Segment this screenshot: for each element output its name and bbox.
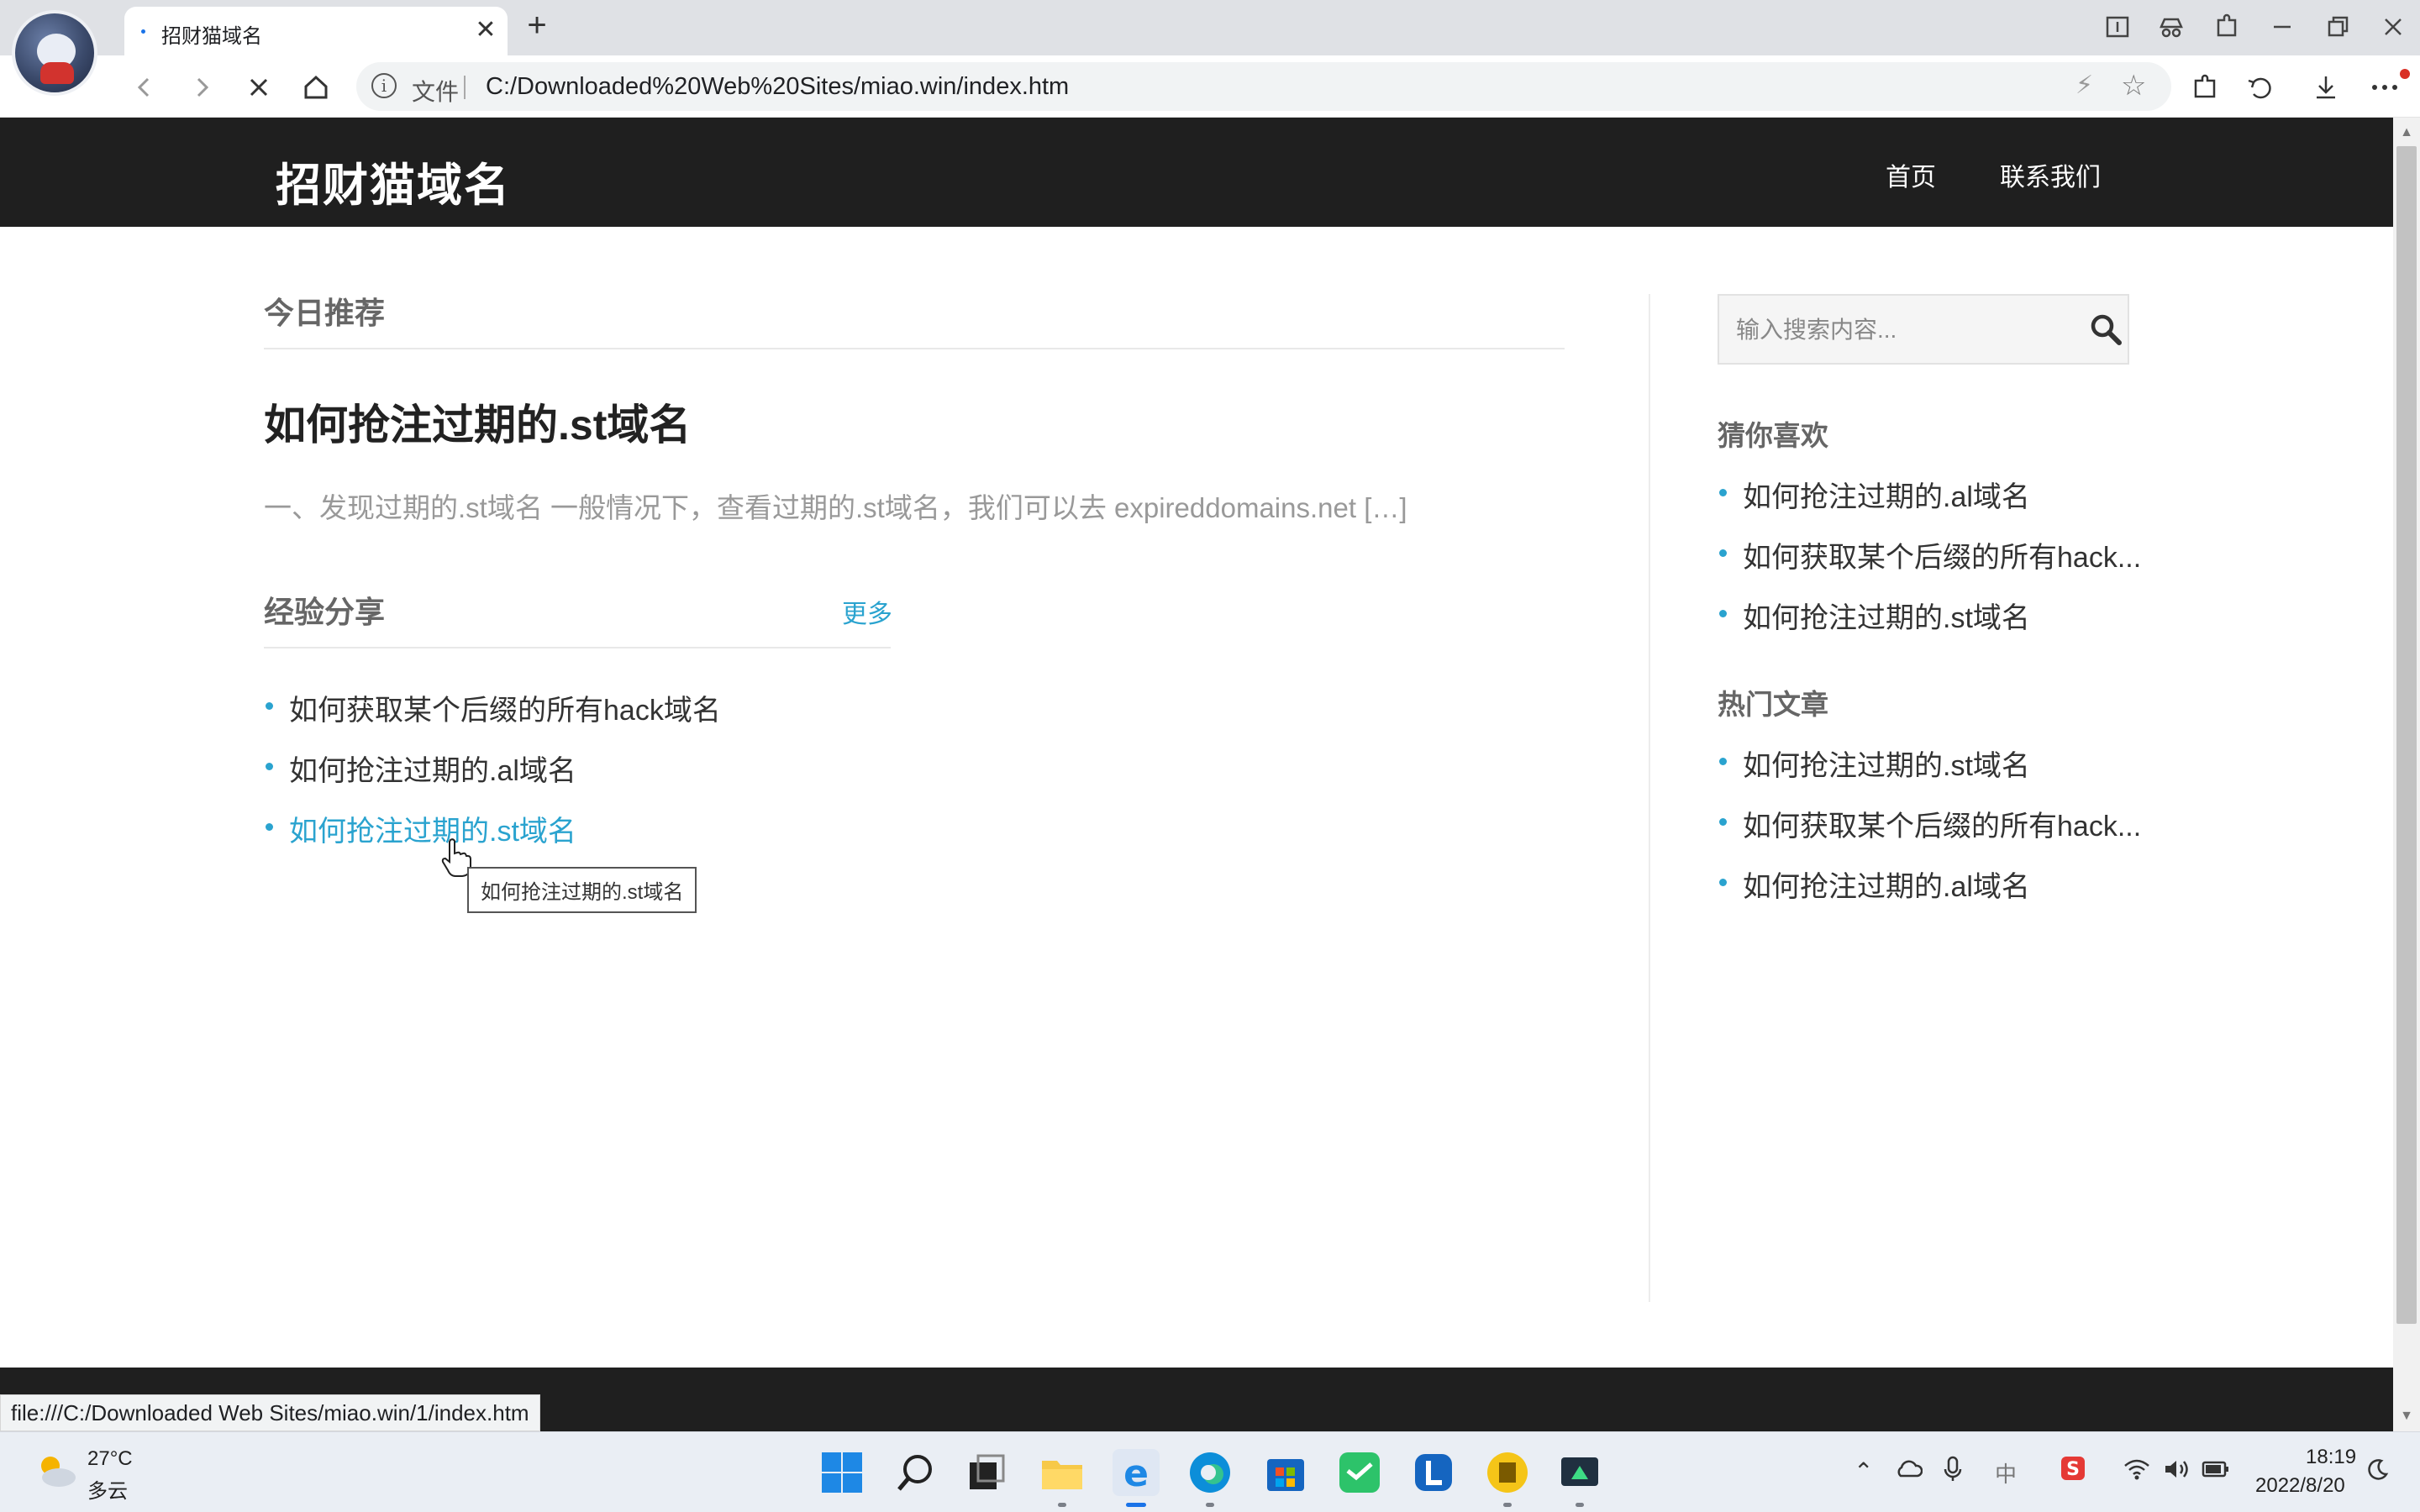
nav-home[interactable]: 首页 — [1886, 156, 1936, 193]
hot-heading: 热门文章 — [1718, 689, 1828, 720]
site-logo[interactable]: 招财猫域名 — [276, 148, 511, 214]
guess-item[interactable]: 如何抢注过期的.al域名 — [1718, 474, 2141, 534]
app-running-indicator — [1576, 1503, 1584, 1507]
incognito-icon[interactable] — [2156, 12, 2186, 42]
wechat-icon[interactable] — [1336, 1449, 1383, 1496]
wifi-icon[interactable] — [2123, 1457, 2151, 1481]
hot-item[interactable]: 如何获取某个后缀的所有hack... — [1718, 803, 2141, 864]
edge-running-indicator — [1206, 1503, 1214, 1507]
download-icon[interactable] — [2309, 71, 2343, 104]
clock-time[interactable]: 18:19 — [2306, 1446, 2356, 1469]
experience-item[interactable]: 如何抢注过期的.al域名 — [264, 748, 721, 808]
extensions-icon[interactable] — [2188, 71, 2222, 104]
volume-icon[interactable] — [2163, 1457, 2191, 1481]
link-tooltip: 如何抢注过期的.st域名 — [467, 867, 697, 913]
onedrive-icon[interactable] — [1894, 1457, 1923, 1481]
ie-icon[interactable]: e — [1113, 1449, 1160, 1496]
notes-running-indicator — [1503, 1503, 1512, 1507]
hot-list: 如何抢注过期的.st域名 如何获取某个后缀的所有hack... 如何抢注过期的.… — [1718, 743, 2141, 924]
sidebar-divider — [1649, 294, 1650, 1302]
weather-icon[interactable] — [34, 1451, 79, 1493]
experience-divider — [264, 647, 891, 648]
featured-post-title[interactable]: 如何抢注过期的.st域名 — [264, 391, 691, 452]
history-icon[interactable] — [2244, 71, 2277, 104]
site-header: 招财猫域名 首页 联系我们 — [0, 118, 2393, 227]
search-box — [1718, 294, 2129, 365]
svg-text:e: e — [1123, 1452, 1149, 1495]
page-content: 今日推荐 如何抢注过期的.st域名 一、发现过期的.st域名 一般情况下，查看过… — [0, 227, 2393, 1368]
star-icon[interactable]: ☆ — [2121, 69, 2146, 102]
taskbar-search-icon[interactable] — [892, 1449, 939, 1496]
ime-indicator[interactable]: 中 — [1995, 1457, 2017, 1488]
more-link[interactable]: 更多 — [842, 593, 892, 630]
moon-icon[interactable] — [2366, 1457, 2390, 1481]
browser-tab[interactable]: 招财猫域名 ✕ — [124, 7, 508, 55]
restore-icon[interactable] — [2323, 12, 2353, 42]
status-bar: file:///C:/Downloaded Web Sites/miao.win… — [0, 1394, 540, 1431]
svg-text:S: S — [2066, 1459, 2080, 1480]
tab-title: 招财猫域名 — [161, 25, 262, 48]
explorer-running-indicator — [1058, 1503, 1066, 1507]
address-separator — [464, 76, 466, 99]
search-input[interactable] — [1736, 311, 2072, 349]
bolt-icon[interactable]: ⚡ — [2075, 71, 2093, 100]
search-icon[interactable] — [2087, 311, 2124, 348]
task-view-icon[interactable] — [963, 1449, 1010, 1496]
clock-date[interactable]: 2022/8/20 — [2255, 1474, 2345, 1498]
tab-close-icon[interactable]: ✕ — [471, 15, 501, 45]
browser-titlebar: 招财猫域名 ✕ + — [0, 0, 2420, 55]
split-screen-icon[interactable] — [2102, 12, 2133, 42]
edge-icon[interactable] — [1186, 1449, 1234, 1496]
nav-contact[interactable]: 联系我们 — [2000, 156, 2101, 193]
notes-icon[interactable] — [1484, 1449, 1531, 1496]
file-explorer-icon[interactable] — [1039, 1449, 1086, 1496]
notification-dot — [2400, 69, 2410, 79]
guess-item[interactable]: 如何抢注过期的.st域名 — [1718, 595, 2141, 655]
stop-icon[interactable] — [242, 71, 276, 104]
microphone-icon[interactable] — [1943, 1456, 1963, 1483]
weather-temp[interactable]: 27°C — [87, 1447, 133, 1471]
close-window-icon[interactable] — [2378, 12, 2408, 42]
url-text[interactable]: C:/Downloaded%20Web%20Sites/miao.win/ind… — [486, 73, 1069, 101]
scroll-down-icon[interactable]: ▼ — [2393, 1404, 2420, 1428]
guess-item[interactable]: 如何获取某个后缀的所有hack... — [1718, 534, 2141, 595]
forward-icon[interactable] — [185, 71, 218, 104]
new-tab-button[interactable]: + — [519, 8, 555, 44]
windows-start-icon[interactable] — [818, 1449, 865, 1496]
guess-heading: 猜你喜欢 — [1718, 420, 1828, 451]
home-icon[interactable] — [299, 71, 333, 104]
battery-icon[interactable] — [2202, 1457, 2230, 1481]
back-icon[interactable] — [128, 71, 161, 104]
hot-item[interactable]: 如何抢注过期的.al域名 — [1718, 864, 2141, 924]
experience-item[interactable]: 如何获取某个后缀的所有hack域名 — [264, 687, 721, 748]
avatar[interactable] — [12, 10, 97, 96]
scrollbar-thumb[interactable] — [2396, 146, 2417, 1324]
featured-heading: 今日推荐 — [264, 296, 386, 330]
address-bar[interactable]: i 文件 C:/Downloaded%20Web%20Sites/miao.wi… — [356, 62, 2171, 111]
menu-icon[interactable] — [2368, 71, 2402, 104]
sogou-ime-icon[interactable]: S — [2059, 1454, 2087, 1483]
info-icon[interactable]: i — [371, 73, 397, 98]
extensions-puzzle-icon[interactable] — [2212, 12, 2242, 42]
experience-heading: 经验分享 — [264, 595, 386, 629]
weather-desc[interactable]: 多云 — [87, 1474, 128, 1504]
featured-post-excerpt: 一、发现过期的.st域名 一般情况下，查看过期的.st域名，我们可以去 expi… — [264, 492, 1407, 523]
tab-loading-icon — [141, 29, 145, 34]
protocol-label: 文件 — [412, 79, 460, 105]
store-icon[interactable] — [1262, 1449, 1309, 1496]
featured-divider — [264, 348, 1565, 349]
ie-active-indicator — [1126, 1503, 1146, 1507]
experience-list: 如何获取某个后缀的所有hack域名 如何抢注过期的.al域名 如何抢注过期的.s… — [264, 687, 721, 869]
app-icon[interactable] — [1556, 1449, 1603, 1496]
tray-overflow-icon[interactable]: ⌃ — [1854, 1457, 1873, 1485]
hot-item[interactable]: 如何抢注过期的.st域名 — [1718, 743, 2141, 803]
minimize-icon[interactable] — [2267, 12, 2297, 42]
scroll-up-icon[interactable]: ▲ — [2393, 121, 2420, 144]
guess-list: 如何抢注过期的.al域名 如何获取某个后缀的所有hack... 如何抢注过期的.… — [1718, 474, 2141, 655]
taskbar: 27°C 多云 e ⌃ 中 S 18:19 2022/8/20 — [0, 1431, 2420, 1512]
lenovo-icon[interactable] — [1410, 1449, 1457, 1496]
browser-toolbar: i 文件 C:/Downloaded%20Web%20Sites/miao.wi… — [0, 55, 2420, 118]
experience-item-hovered[interactable]: 如何抢注过期的.st域名 — [264, 808, 721, 869]
avatar-body — [40, 62, 74, 84]
